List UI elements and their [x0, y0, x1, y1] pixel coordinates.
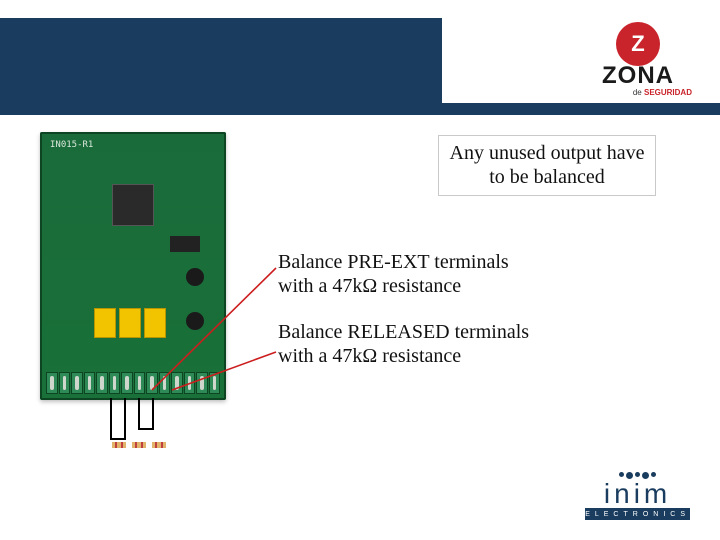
terminal-strip — [46, 372, 220, 394]
terminal-icon — [84, 372, 96, 394]
zona-brand-text: ZONA — [584, 62, 692, 90]
callout-released-line2: with a 47kΩ resistance — [278, 345, 461, 367]
callout-pre-ext: Balance PRE-EXT terminals with a 47kΩ re… — [278, 250, 550, 299]
callout-pre-ext-line2: with a 47kΩ resistance — [278, 275, 461, 297]
capacitor-icon — [186, 312, 204, 330]
ic-icon — [170, 236, 200, 252]
zona-mark-icon: Z — [616, 22, 660, 66]
zona-tagline: de SEGURIDAD — [584, 88, 692, 97]
relay-bank — [94, 308, 166, 338]
callout-released-line1: Balance RELEASED terminals — [278, 321, 529, 343]
terminal-icon — [71, 372, 83, 394]
inim-subtitle: ELECTRONICS — [585, 511, 690, 518]
resistor-icon — [152, 442, 166, 448]
header-strip — [0, 103, 720, 115]
zona-logo: Z ZONA de SEGURIDAD — [584, 22, 692, 100]
terminal-icon — [209, 372, 221, 394]
terminal-icon — [121, 372, 133, 394]
terminal-icon — [146, 372, 158, 394]
callout-pre-ext-line1: Balance PRE-EXT terminals — [278, 251, 509, 273]
relay-icon — [94, 308, 116, 338]
microcontroller-icon — [112, 184, 154, 226]
pcb-silk-label: IN015-R1 — [50, 140, 93, 150]
callout-released: Balance RELEASED terminals with a 47kΩ r… — [278, 320, 538, 369]
resistor-icon — [112, 442, 126, 448]
terminal-icon — [159, 372, 171, 394]
header-band — [0, 18, 442, 103]
inim-subtitle-bar: ELECTRONICS — [585, 508, 690, 520]
note-unused-output: Any unused output have to be balanced — [438, 135, 656, 196]
terminal-icon — [184, 372, 196, 394]
zona-tag-seg: SEGURIDAD — [644, 88, 692, 97]
resistor-icon — [132, 442, 146, 448]
terminal-icon — [59, 372, 71, 394]
capacitor-icon — [186, 268, 204, 286]
inim-brand-text: inim — [585, 481, 690, 506]
pcb-board: IN015-R1 — [40, 132, 226, 400]
terminal-icon — [134, 372, 146, 394]
terminal-icon — [46, 372, 58, 394]
terminal-icon — [171, 372, 183, 394]
zona-tag-de: de — [633, 88, 644, 97]
inim-logo: inim ELECTRONICS — [585, 472, 690, 520]
terminal-icon — [96, 372, 108, 394]
relay-icon — [119, 308, 141, 338]
relay-icon — [144, 308, 166, 338]
terminal-icon — [196, 372, 208, 394]
terminal-icon — [109, 372, 121, 394]
